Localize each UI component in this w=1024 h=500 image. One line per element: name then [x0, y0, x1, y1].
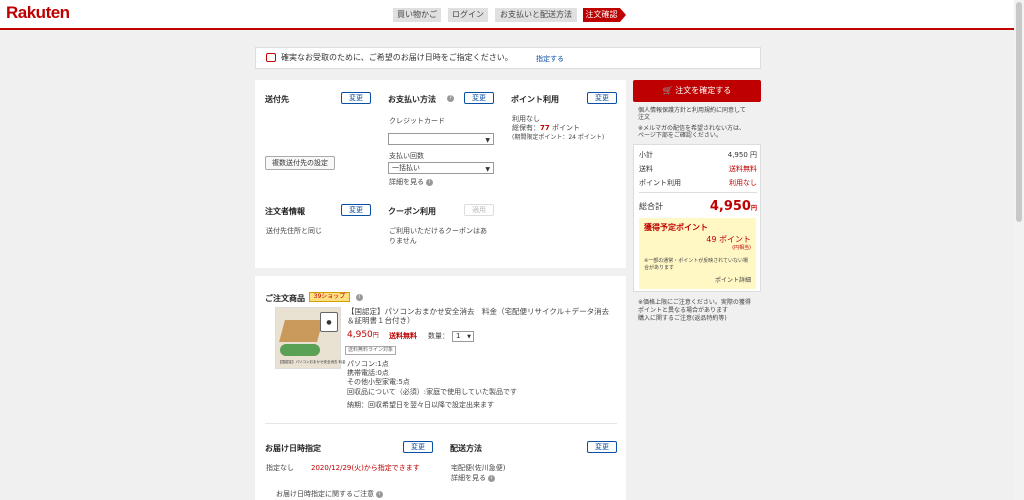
chevron-down-icon: ▼ — [467, 334, 471, 340]
products-title: ご注文商品 — [265, 294, 305, 303]
earn-note-2: 合があります — [644, 265, 675, 271]
delivery-date-change-button[interactable]: 変更 — [403, 441, 433, 453]
product-detail-3: その他小型家電:5点 — [347, 378, 410, 386]
total-row: 総合計 4,950円 — [639, 199, 757, 214]
delivery-note-link[interactable]: お届け日時指定に関するご注意 i — [276, 490, 383, 499]
step-confirm: 注文確認 — [583, 8, 620, 22]
orderer-title: 注文者情報 — [265, 207, 305, 216]
cart-icon: 🛒 — [662, 86, 673, 95]
info-icon: i — [426, 178, 433, 186]
orderer-value: 送付先住所と同じ — [266, 227, 322, 235]
header: Rakuten 買い物かご ログイン お支払いと配送方法 注文確認 — [0, 0, 1024, 30]
earn-points-box: 獲得予定ポイント 49 ポイント (円相当) ※一部の通常・ポイントが反映されて… — [639, 218, 756, 289]
coupon-apply-button[interactable]: 適用 — [464, 204, 494, 216]
product-name-2[interactable]: ＆証明書１台付き） — [347, 316, 415, 326]
shipping-title: 送付先 — [265, 95, 289, 104]
order-summary: 小計 4,950 円 送料 送料無料 ポイント利用 利用なし 総合計 4,950円 獲得… — [633, 144, 761, 292]
product-thumbnail[interactable]: ● 【国認定】パソコンおまかせ安全消去 料金 — [275, 307, 346, 369]
shipping-free-tag: 送料無料ライン対象 — [345, 346, 397, 355]
points-row: ポイント利用 利用なし — [639, 179, 757, 187]
product-detail-4: 回収品について（必須）:家庭で使用していた製品です — [347, 388, 517, 396]
step-cart: 買い物かご — [393, 8, 441, 22]
scrollbar[interactable] — [1014, 0, 1024, 500]
product-shipping: 送料無料 — [389, 332, 417, 340]
earn-note-1: ※一部の通常・ポイントが反映されていない場 — [644, 258, 749, 264]
step-payment-shipping: お支払いと配送方法 — [495, 8, 577, 22]
orderer-change-button[interactable]: 変更 — [341, 204, 371, 216]
confirm-order-button[interactable]: 🛒 注文を確定する — [633, 80, 761, 102]
divider — [639, 192, 757, 193]
delivery-method-details-link[interactable]: 詳細を見る i — [451, 474, 495, 483]
info-icon[interactable]: ? — [447, 95, 454, 102]
agree-text-2: 注文 — [638, 114, 651, 121]
coupon-text-2: りません — [389, 237, 417, 245]
step-arrow-icon — [620, 8, 626, 22]
payment-method-select[interactable]: ▼ — [388, 133, 494, 145]
purchase-notes-link[interactable]: 購入に関するご注意(返品特約等) — [638, 315, 727, 323]
info-icon: i — [376, 490, 383, 498]
agree-text-1: 個人情報保護方針と利用規約に同意して — [638, 107, 746, 114]
delivery-date-none: 指定なし — [266, 464, 294, 472]
payment-change-button[interactable]: 変更 — [464, 92, 494, 104]
qty-label: 数量： — [428, 332, 449, 340]
payment-title: お支払い方法 — [388, 95, 436, 104]
coupon-text-1: ご利用いただけるクーポンはあ — [389, 227, 487, 235]
installments-label: 支払い回数 — [389, 152, 424, 160]
installments-select[interactable]: 一括払い ▼ — [388, 162, 494, 174]
shipping-row: 送料 送料無料 — [639, 165, 757, 173]
scrollbar-thumb[interactable] — [1016, 2, 1022, 222]
coupon-title: クーポン利用 — [388, 207, 436, 216]
product-detail-5: 納期：回収希望日を翌々日以降で設定出来ます — [347, 401, 494, 409]
delivery-notice: 確実なお受取のために、ご希望のお届け日時をご指定ください。 指定する — [255, 47, 761, 69]
payment-details-link[interactable]: 詳細を見る i — [389, 178, 433, 187]
delivery-method-title: 配送方法 — [450, 444, 482, 453]
product-price: 4,950円 — [347, 330, 379, 340]
earn-title: 獲得予定ポイント — [644, 223, 708, 232]
chevron-down-icon: ▼ — [485, 166, 490, 173]
mail-note-2: ページ下部をご確認ください。 — [638, 132, 722, 139]
shop-tag[interactable]: 39ショップ — [309, 292, 350, 302]
rakuten-logo[interactable]: Rakuten — [6, 3, 70, 23]
notice-text: 確実なお受取のために、ご希望のお届け日時をご指定ください。 — [281, 53, 513, 62]
step-login: ログイン — [448, 8, 488, 22]
points-change-button[interactable]: 変更 — [587, 92, 617, 104]
badge-image — [280, 344, 320, 356]
points-limited: (期間限定ポイント：24 ポイント) — [512, 134, 605, 141]
points-usage: 利用なし — [512, 115, 540, 123]
delivery-date-title: お届け日時指定 — [265, 444, 321, 453]
payment-method-label: クレジットカード — [389, 117, 445, 125]
point-details-link[interactable]: ポイント詳細 — [715, 277, 751, 285]
shipping-change-button[interactable]: 変更 — [341, 92, 371, 104]
delivery-date-available: 2020/12/29(火)から指定できます — [311, 464, 420, 472]
quantity-select[interactable]: 1 ▼ — [452, 331, 474, 342]
order-info-card: 送付先 変更 複数送付先の設定 お支払い方法 ? 変更 クレジットカード ▼ 支… — [255, 80, 626, 268]
info-icon[interactable]: i — [356, 294, 363, 301]
delivery-method-value: 宅配便(佐川急便) — [451, 464, 506, 472]
price-note-2: ポイントと異なる場合があります — [638, 307, 729, 314]
info-icon: i — [488, 474, 495, 482]
earn-value: 49 ポイント — [706, 235, 751, 244]
product-detail-2: 携帯電話:0点 — [347, 369, 389, 377]
multi-address-button[interactable]: 複数送付先の設定 — [265, 156, 335, 170]
specify-link[interactable]: 指定する — [536, 49, 564, 69]
chevron-down-icon: ▼ — [485, 137, 490, 144]
truck-icon — [266, 53, 276, 62]
points-owned: 総保有：77 ポイント — [512, 124, 580, 132]
subtotal-row: 小計 4,950 円 — [639, 151, 757, 159]
box-image — [279, 320, 323, 342]
earn-equiv: (円相当) — [732, 245, 751, 251]
product-detail-1: パソコン:1点 — [347, 360, 389, 368]
delivery-method-change-button[interactable]: 変更 — [587, 441, 617, 453]
points-title: ポイント利用 — [511, 95, 559, 104]
divider — [265, 423, 617, 424]
certification-icon: ● — [320, 312, 338, 332]
thumb-caption: 【国認定】パソコンおまかせ安全消去 料金 — [278, 360, 346, 364]
price-note-1: ※価格上限にご注意ください。実際の獲得 — [638, 299, 751, 306]
